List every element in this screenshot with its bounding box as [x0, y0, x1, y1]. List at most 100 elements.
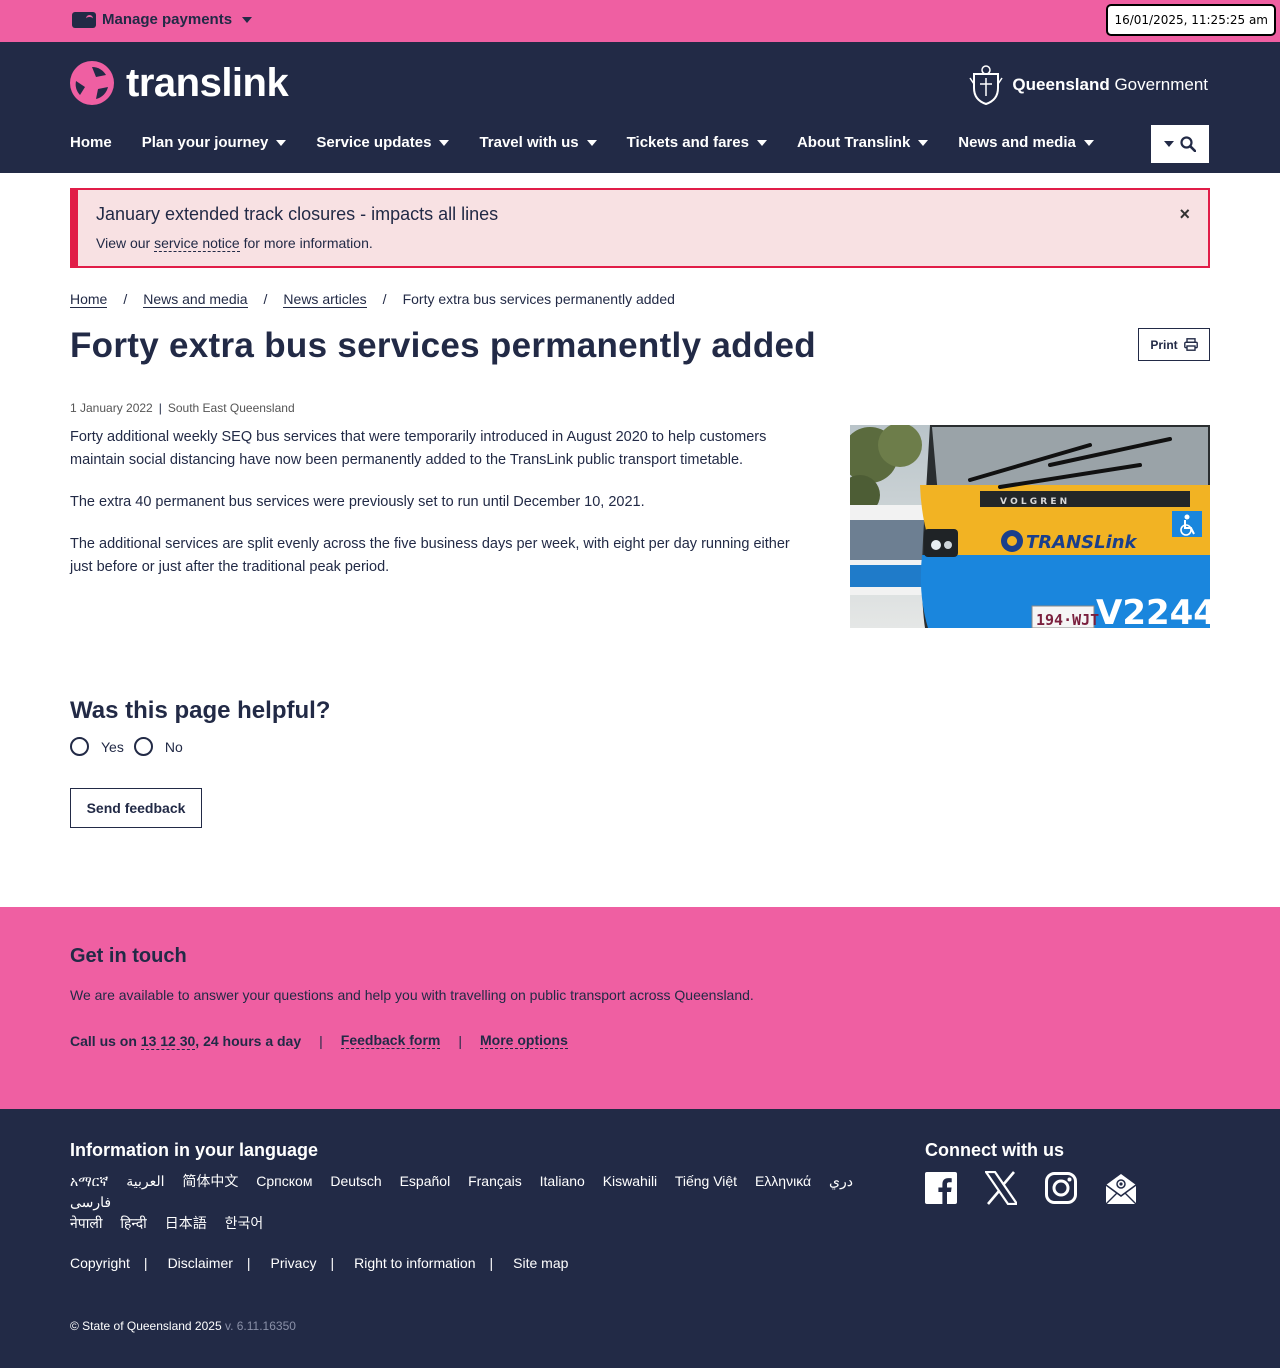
disclaimer-link[interactable]: Disclaimer: [168, 1255, 233, 1271]
chevron-down-icon: [918, 139, 929, 146]
contact-links: Call us on 13 12 30, 24 hours a day | Fe…: [70, 1032, 568, 1050]
get-in-touch-section: Get in touch We are available to answer …: [0, 907, 1280, 1109]
copyright-notice: © State of Queensland 2025 v. 6.11.16350: [70, 1319, 296, 1333]
chevron-down-icon: [1164, 141, 1174, 147]
language-link[interactable]: हिन्दी: [120, 1215, 146, 1231]
bus-plate-text: 194·WJT: [1036, 611, 1099, 628]
breadcrumb-separator: /: [382, 291, 387, 307]
breadcrumb: Home / News and media / News articles / …: [70, 291, 675, 308]
language-links: አማርኛ العربية 简体中文 Српском Deutsch Españo…: [70, 1171, 900, 1234]
main-navigation: Home Plan your journey Service updates T…: [70, 134, 1124, 151]
language-link[interactable]: नेपाली: [70, 1215, 102, 1231]
qld-crest-icon: [969, 65, 1004, 106]
link-divider: |: [458, 1032, 462, 1049]
feedback-question: Was this page helpful?: [70, 697, 331, 724]
alert-body: View our service notice for more informa…: [96, 235, 373, 252]
article-paragraph: Forty additional weekly SEQ bus services…: [70, 429, 767, 468]
language-link[interactable]: Kiswahili: [603, 1173, 657, 1189]
language-link[interactable]: دري: [829, 1173, 853, 1189]
printer-icon: [1183, 338, 1198, 351]
facebook-icon[interactable]: [925, 1171, 957, 1205]
nav-news-and-media[interactable]: News and media: [958, 134, 1094, 151]
article-body: Forty additional weekly SEQ bus services…: [70, 426, 810, 598]
nav-travel-with-us[interactable]: Travel with us: [479, 134, 597, 151]
nav-tickets-and-fares[interactable]: Tickets and fares: [627, 134, 767, 151]
feedback-no-radio[interactable]: [133, 737, 153, 756]
nav-about-translink[interactable]: About Translink: [797, 134, 929, 151]
feedback-yes-label[interactable]: Yes: [101, 739, 124, 755]
site-header: translink Queensland Government Home Pla…: [0, 42, 1280, 173]
language-link[interactable]: العربية: [126, 1173, 164, 1189]
breadcrumb-news-and-media[interactable]: News and media: [143, 291, 248, 308]
call-us-text: Call us on 13 12 30, 24 hours a day: [70, 1032, 302, 1050]
go-card-icon: [72, 11, 96, 28]
article-paragraph: The extra 40 permanent bus services were…: [70, 494, 645, 510]
page-title: Forty extra bus services permanently add…: [70, 326, 816, 365]
breadcrumb-current: Forty extra bus services permanently add…: [402, 291, 675, 307]
language-link[interactable]: Српском: [256, 1173, 312, 1189]
article-paragraph: The additional services are split evenly…: [70, 536, 790, 575]
version-number: v. 6.11.16350: [224, 1319, 296, 1333]
search-icon: [1180, 136, 1196, 152]
translink-logo-icon: [70, 61, 114, 105]
link-divider: |: [319, 1032, 323, 1049]
search-toggle-button[interactable]: [1151, 125, 1209, 163]
legal-links: Copyright | Disclaimer | Privacy | Right to…: [70, 1255, 568, 1271]
chevron-down-icon: [1083, 139, 1094, 146]
breadcrumb-news-articles[interactable]: News articles: [283, 291, 367, 308]
language-link[interactable]: Deutsch: [330, 1173, 381, 1189]
print-label: Print: [1150, 337, 1178, 352]
breadcrumb-home[interactable]: Home: [70, 291, 108, 308]
alert-title: January extended track closures - impact…: [96, 204, 499, 224]
x-twitter-icon[interactable]: [983, 1170, 1020, 1206]
top-utility-bar: Manage payments 16/01/2025, 11:25:25 am: [0, 0, 1280, 42]
queensland-government-logo[interactable]: Queensland Government: [966, 64, 1208, 106]
site-map-link[interactable]: Site map: [513, 1255, 568, 1271]
language-link[interactable]: Italiano: [540, 1173, 585, 1189]
link-divider: |: [143, 1255, 148, 1271]
copyright-link[interactable]: Copyright: [70, 1255, 130, 1271]
feedback-no-label[interactable]: No: [165, 739, 183, 755]
phone-link[interactable]: 13 12 30: [140, 1032, 196, 1050]
feedback-yes-radio[interactable]: [70, 737, 89, 756]
chevron-down-icon: [242, 16, 253, 23]
language-link[interactable]: 日本語: [165, 1215, 207, 1231]
translink-logo[interactable]: translink: [70, 61, 289, 105]
print-button[interactable]: Print: [1138, 328, 1210, 361]
language-link[interactable]: فارسی: [70, 1194, 111, 1210]
language-link[interactable]: Tiếng Việt: [675, 1173, 737, 1189]
breadcrumb-separator: /: [263, 291, 268, 307]
article-date: 1 January 2022: [70, 401, 153, 415]
manage-payments-menu[interactable]: Manage payments: [72, 11, 253, 28]
language-link[interactable]: Ελληνικά: [755, 1173, 811, 1189]
nav-service-updates[interactable]: Service updates: [316, 134, 450, 151]
nav-home[interactable]: Home: [70, 134, 112, 151]
close-icon[interactable]: ×: [1179, 204, 1190, 225]
logo-wordmark: translink: [126, 61, 289, 105]
breadcrumb-separator: /: [123, 291, 128, 307]
bus-fleet-number: V2244: [1096, 593, 1210, 628]
more-options-link[interactable]: More options: [480, 1032, 568, 1049]
language-link[interactable]: 简体中文: [182, 1173, 238, 1189]
connect-section-title: Connect with us: [925, 1140, 1064, 1160]
social-links: [925, 1170, 1137, 1206]
right-to-information-link[interactable]: Right to information: [354, 1255, 475, 1271]
send-feedback-button[interactable]: Send feedback: [70, 788, 202, 828]
language-link[interactable]: Français: [468, 1173, 522, 1189]
qg-wordmark: Queensland Government: [1012, 75, 1208, 94]
chevron-down-icon: [276, 139, 287, 146]
language-link[interactable]: አማርኛ: [70, 1173, 108, 1189]
service-notice-link[interactable]: service notice: [154, 235, 240, 252]
language-link[interactable]: 한국어: [225, 1215, 264, 1231]
feedback-radio-group: Yes No: [70, 737, 193, 756]
service-alert-banner: January extended track closures - impact…: [70, 188, 1210, 268]
email-icon[interactable]: [1105, 1171, 1137, 1205]
article-bus-photo: V O L G R E N TRANSLink 194·WJT V2244: [850, 425, 1210, 628]
language-link[interactable]: Español: [400, 1173, 451, 1189]
nav-plan-your-journey[interactable]: Plan your journey: [142, 134, 287, 151]
link-divider: |: [489, 1255, 494, 1271]
feedback-form-link[interactable]: Feedback form: [340, 1032, 441, 1049]
instagram-icon[interactable]: [1045, 1171, 1077, 1205]
chevron-down-icon: [756, 139, 767, 146]
privacy-link[interactable]: Privacy: [271, 1255, 317, 1271]
